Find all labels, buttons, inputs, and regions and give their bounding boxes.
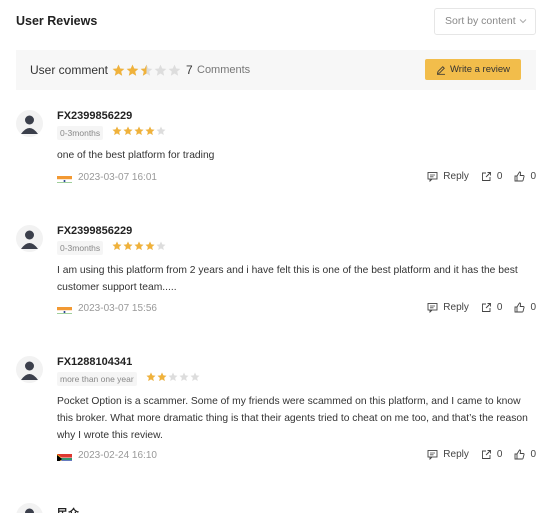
like-count: 0 — [530, 302, 536, 313]
review-text: one of the best platform for trading — [57, 150, 215, 161]
reviewer-name: 民众 — [57, 505, 79, 513]
review-actions: Reply 0 0 — [427, 449, 536, 460]
south-africa-flag-icon — [57, 451, 72, 461]
star-icon — [154, 64, 167, 76]
pencil-icon — [436, 65, 445, 75]
review-stars — [146, 372, 200, 382]
reply-label: Reply — [443, 171, 469, 182]
review-stars — [112, 241, 166, 251]
share-icon — [481, 303, 491, 312]
like-count: 0 — [530, 449, 536, 460]
review-meta: 2023-02-24 16:10 Reply 0 0 — [57, 449, 536, 465]
comment-icon — [427, 303, 438, 313]
star-icon — [145, 126, 155, 135]
review-actions: Reply 0 0 — [427, 302, 536, 313]
like-count: 0 — [530, 171, 536, 182]
star-icon — [126, 64, 139, 76]
review-text: I am using this platform from 2 years an… — [57, 265, 518, 293]
star-icon — [157, 372, 167, 381]
star-icon — [156, 241, 166, 250]
review-item: 民众 — [16, 500, 536, 513]
review-item: FX2399856229 0-3months one of the best p… — [16, 110, 536, 190]
review-text: Pocket Option is a scammer. Some of my f… — [57, 396, 528, 441]
star-icon — [146, 372, 156, 381]
usage-period-badge: more than one year — [57, 372, 137, 386]
write-review-label: Write a review — [449, 64, 510, 75]
thumbs-up-icon — [514, 449, 525, 460]
india-flag-icon — [57, 173, 72, 183]
review-date: 2023-02-24 16:10 — [78, 450, 157, 461]
review-meta: 2023-03-07 16:01 Reply 0 0 — [57, 171, 536, 187]
star-icon — [134, 241, 144, 250]
review-date: 2023-03-07 16:01 — [78, 172, 157, 183]
review-actions: Reply 0 0 — [427, 171, 536, 182]
star-icon — [112, 64, 125, 76]
star-icon — [112, 126, 122, 135]
review-item: FX2399856229 0-3months I am using this p… — [16, 225, 536, 325]
share-count: 0 — [496, 171, 503, 182]
share-button[interactable]: 0 — [481, 449, 503, 460]
reply-button[interactable]: Reply — [427, 302, 469, 313]
write-review-button[interactable]: Write a review — [425, 59, 521, 80]
star-icon — [156, 126, 166, 135]
star-icon — [123, 126, 133, 135]
star-icon — [168, 372, 178, 381]
review-item: FX1288104341 more than one year Pocket O… — [16, 356, 536, 476]
share-icon — [481, 172, 491, 181]
star-icon — [112, 241, 122, 250]
summary-stars — [112, 64, 181, 77]
like-button[interactable]: 0 — [514, 171, 536, 182]
avatar — [16, 503, 43, 513]
star-icon — [140, 64, 153, 76]
page-title: User Reviews — [16, 14, 98, 28]
share-button[interactable]: 0 — [481, 302, 503, 313]
share-icon — [481, 450, 491, 459]
thumbs-up-icon — [514, 171, 525, 182]
reply-button[interactable]: Reply — [427, 449, 469, 460]
like-button[interactable]: 0 — [514, 302, 536, 313]
review-date: 2023-03-07 15:56 — [78, 303, 157, 314]
comment-icon — [427, 450, 438, 460]
usage-period-badge: 0-3months — [57, 241, 104, 255]
star-icon — [190, 372, 200, 381]
reviews-header: User Reviews Sort by content — [16, 8, 536, 36]
india-flag-icon — [57, 304, 72, 314]
usage-period-badge: 0-3months — [57, 126, 104, 140]
review-stars — [112, 126, 166, 136]
sort-dropdown[interactable]: Sort by content — [434, 8, 536, 35]
avatar — [16, 225, 43, 252]
star-icon — [134, 126, 144, 135]
share-button[interactable]: 0 — [481, 171, 503, 182]
comment-count-label: Comments — [197, 64, 251, 76]
sort-label: Sort by content — [445, 15, 516, 27]
reply-label: Reply — [443, 302, 469, 313]
star-icon — [145, 241, 155, 250]
star-icon — [168, 64, 181, 76]
review-meta: 2023-03-07 15:56 Reply 0 0 — [57, 302, 536, 318]
reviewer-name: FX1288104341 — [57, 356, 133, 368]
star-icon — [123, 241, 133, 250]
reply-button[interactable]: Reply — [427, 171, 469, 182]
share-count: 0 — [496, 302, 503, 313]
comment-icon — [427, 172, 438, 182]
reviewer-name: FX2399856229 — [57, 110, 133, 122]
reviewer-name: FX2399856229 — [57, 225, 133, 237]
avatar — [16, 356, 43, 383]
rating-summary: User comment 7 Comments Write a review — [16, 50, 536, 90]
share-count: 0 — [496, 449, 503, 460]
comment-count: 7 — [186, 63, 193, 77]
star-icon — [179, 372, 189, 381]
thumbs-up-icon — [514, 302, 525, 313]
summary-label: User comment — [30, 63, 109, 77]
reply-label: Reply — [443, 449, 469, 460]
chevron-down-icon — [519, 9, 527, 44]
like-button[interactable]: 0 — [514, 449, 536, 460]
avatar — [16, 110, 43, 137]
